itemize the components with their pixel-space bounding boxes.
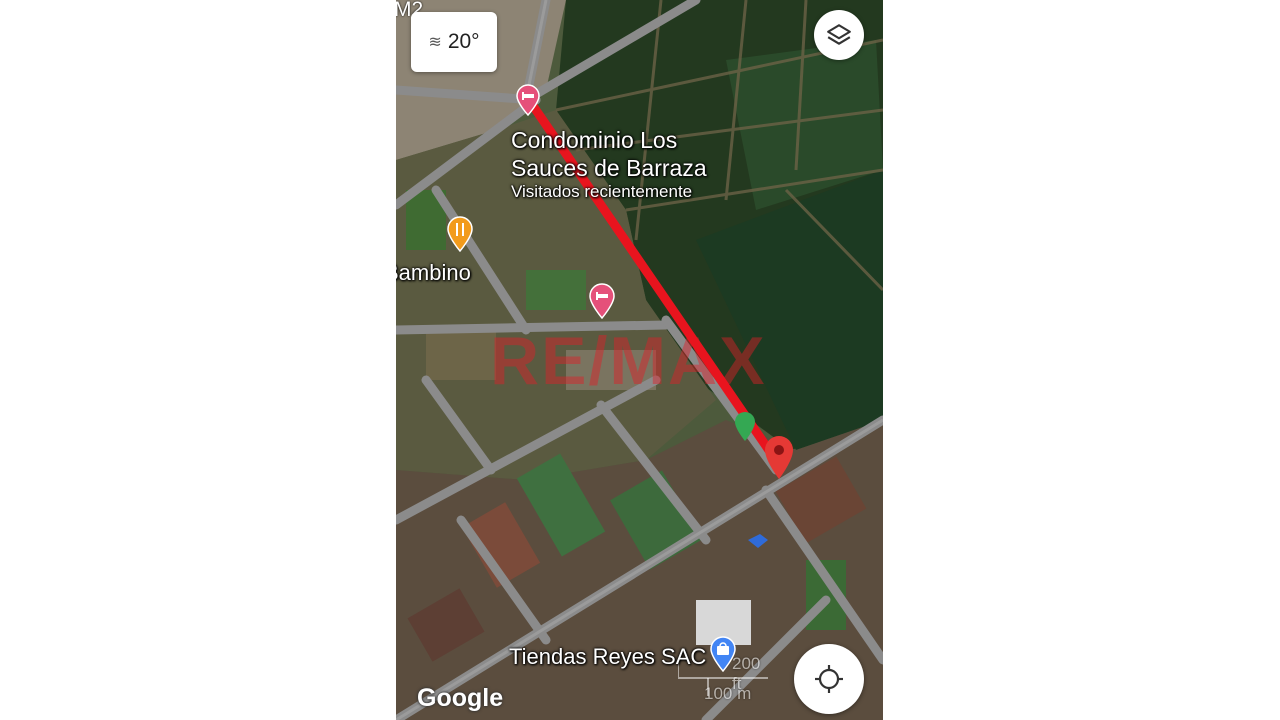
- restaurant-pin[interactable]: [446, 216, 474, 252]
- green-pin[interactable]: [734, 412, 756, 442]
- route-line: [522, 92, 782, 467]
- place-label-tiendas-reyes[interactable]: Tiendas Reyes SAC: [509, 644, 706, 670]
- blue-marker: [748, 534, 768, 548]
- hotel-pin-2[interactable]: [588, 283, 616, 319]
- hotel-pin[interactable]: [515, 84, 541, 116]
- crosshair-icon: [815, 665, 843, 693]
- place-label-condominio-line1[interactable]: Condominio Los: [511, 127, 677, 154]
- place-subtitle-condominio: Visitados recientemente: [511, 182, 693, 201]
- destination-pin[interactable]: [763, 434, 795, 480]
- shop-pin[interactable]: [709, 636, 737, 672]
- map-view[interactable]: RE/MAX M2 ≋ 20° Condominio Los Sauces de…: [396, 0, 883, 720]
- layers-icon: [827, 24, 851, 45]
- weather-chip[interactable]: ≋ 20°: [411, 12, 497, 72]
- layers-button[interactable]: [814, 10, 864, 60]
- place-label-condominio-line2[interactable]: Sauces de Barraza: [511, 155, 707, 182]
- temperature-text: 20°: [447, 30, 480, 53]
- google-attribution: Google: [417, 684, 504, 712]
- haze-icon: ≋: [428, 34, 442, 51]
- my-location-button[interactable]: [794, 644, 864, 714]
- place-label-bambino[interactable]: Bambino: [396, 260, 471, 286]
